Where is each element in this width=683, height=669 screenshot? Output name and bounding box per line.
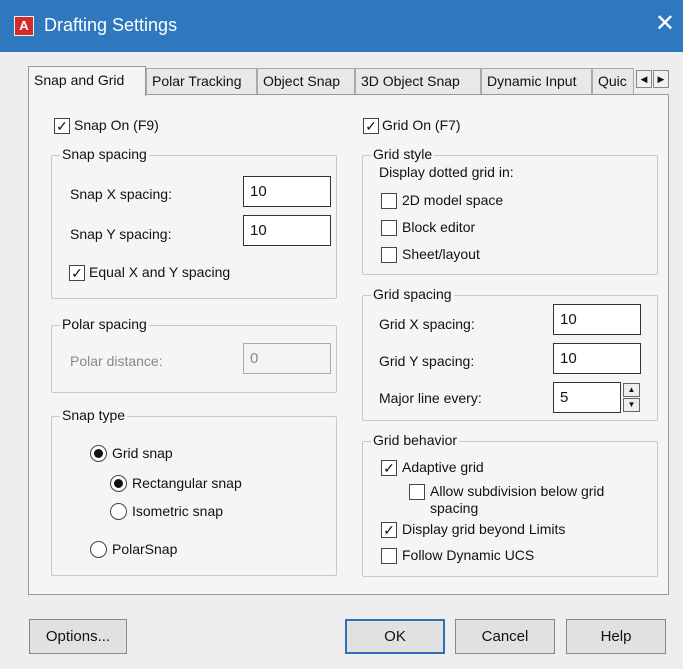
- snap-and-grid-panel: ✓ Snap On (F9) Snap spacing Snap X spaci…: [28, 94, 669, 595]
- display-dotted-grid-caption: Display dotted grid in:: [379, 164, 514, 180]
- snap-x-label: Snap X spacing:: [70, 186, 172, 202]
- display-beyond-limits-checkbox[interactable]: ✓: [381, 522, 397, 538]
- tab-polar-tracking[interactable]: Polar Tracking: [146, 68, 257, 95]
- follow-dynamic-ucs-checkbox[interactable]: [381, 548, 397, 564]
- snap-on-checkbox[interactable]: ✓: [54, 118, 70, 134]
- snap-on-label: Snap On (F9): [74, 117, 159, 133]
- grid-spacing-group: Grid spacing Grid X spacing: 10 Grid Y s…: [362, 286, 658, 421]
- polarsnap-label: PolarSnap: [112, 541, 178, 557]
- spin-down-icon[interactable]: ▼: [623, 398, 640, 412]
- tab-3d-object-snap[interactable]: 3D Object Snap: [355, 68, 481, 95]
- model-space-checkbox[interactable]: [381, 193, 397, 209]
- grid-x-label: Grid X spacing:: [379, 316, 475, 332]
- snap-spacing-title: Snap spacing: [60, 146, 149, 162]
- tab-object-snap[interactable]: Object Snap: [257, 68, 355, 95]
- dialog-title: Drafting Settings: [44, 15, 178, 35]
- tab-quick-properties[interactable]: Quic: [592, 68, 634, 95]
- snap-type-title: Snap type: [60, 407, 128, 423]
- tab-scroll-left-icon[interactable]: ◀: [636, 70, 652, 88]
- grid-y-label: Grid Y spacing:: [379, 353, 475, 369]
- polar-distance-input[interactable]: 0: [243, 343, 331, 374]
- grid-y-spacing-input[interactable]: 10: [553, 343, 641, 374]
- allow-subdivision-label-cont: spacing: [430, 500, 479, 516]
- grid-style-group: Grid style Display dotted grid in: 2D mo…: [362, 146, 658, 275]
- allow-subdivision-checkbox[interactable]: [409, 484, 425, 500]
- equal-spacing-checkbox[interactable]: ✓: [69, 265, 85, 281]
- rectangular-snap-radio[interactable]: [110, 475, 127, 492]
- sheet-layout-checkbox[interactable]: [381, 247, 397, 263]
- spin-up-icon[interactable]: ▲: [623, 383, 640, 397]
- rectangular-snap-label: Rectangular snap: [132, 475, 242, 491]
- help-button[interactable]: Help: [566, 619, 666, 654]
- major-line-spinner[interactable]: ▲ ▼: [623, 383, 640, 412]
- snap-spacing-group: Snap spacing Snap X spacing: 10 Snap Y s…: [51, 146, 337, 299]
- major-line-input[interactable]: 5: [553, 382, 621, 413]
- block-editor-checkbox[interactable]: [381, 220, 397, 236]
- polar-spacing-title: Polar spacing: [60, 316, 149, 332]
- grid-snap-label: Grid snap: [112, 445, 173, 461]
- snap-y-label: Snap Y spacing:: [70, 226, 172, 242]
- model-space-label: 2D model space: [402, 192, 504, 208]
- isometric-snap-label: Isometric snap: [132, 503, 224, 519]
- tab-dynamic-input[interactable]: Dynamic Input: [481, 68, 592, 95]
- polar-distance-label: Polar distance:: [70, 353, 163, 369]
- snap-y-spacing-input[interactable]: 10: [243, 215, 331, 246]
- tab-snap-and-grid[interactable]: Snap and Grid: [28, 66, 146, 96]
- grid-behavior-group: Grid behavior ✓ Adaptive grid Allow subd…: [362, 432, 658, 577]
- autocad-app-icon: A: [14, 16, 34, 36]
- polarsnap-radio[interactable]: [90, 541, 107, 558]
- grid-behavior-title: Grid behavior: [371, 432, 460, 448]
- grid-snap-radio[interactable]: [90, 445, 107, 462]
- close-icon[interactable]: ✕: [655, 10, 675, 38]
- display-beyond-limits-label: Display grid beyond Limits: [402, 521, 566, 537]
- options-button[interactable]: Options...: [29, 619, 127, 654]
- tab-scroll-right-icon[interactable]: ▶: [653, 70, 669, 88]
- ok-button[interactable]: OK: [345, 619, 445, 654]
- grid-x-spacing-input[interactable]: 10: [553, 304, 641, 335]
- grid-spacing-title: Grid spacing: [371, 286, 454, 302]
- tab-strip: Snap and Grid Polar Tracking Object Snap…: [28, 66, 669, 96]
- adaptive-grid-checkbox[interactable]: ✓: [381, 460, 397, 476]
- follow-dynamic-ucs-label: Follow Dynamic UCS: [402, 547, 535, 563]
- sheet-layout-label: Sheet/layout: [402, 246, 480, 262]
- cancel-button[interactable]: Cancel: [455, 619, 555, 654]
- grid-on-label: Grid On (F7): [382, 117, 461, 133]
- snap-type-group: Snap type Grid snap Rectangular snap Iso…: [51, 407, 337, 576]
- block-editor-label: Block editor: [402, 219, 476, 235]
- isometric-snap-radio[interactable]: [110, 503, 127, 520]
- allow-subdivision-label: Allow subdivision below grid: [430, 483, 605, 499]
- polar-spacing-group: Polar spacing Polar distance: 0: [51, 316, 337, 393]
- adaptive-grid-label: Adaptive grid: [402, 459, 484, 475]
- equal-spacing-label: Equal X and Y spacing: [89, 264, 231, 280]
- major-line-label: Major line every:: [379, 390, 482, 406]
- snap-x-spacing-input[interactable]: 10: [243, 176, 331, 207]
- title-bar: A Drafting Settings ✕: [0, 0, 683, 52]
- grid-on-checkbox[interactable]: ✓: [363, 118, 379, 134]
- grid-style-title: Grid style: [371, 146, 435, 162]
